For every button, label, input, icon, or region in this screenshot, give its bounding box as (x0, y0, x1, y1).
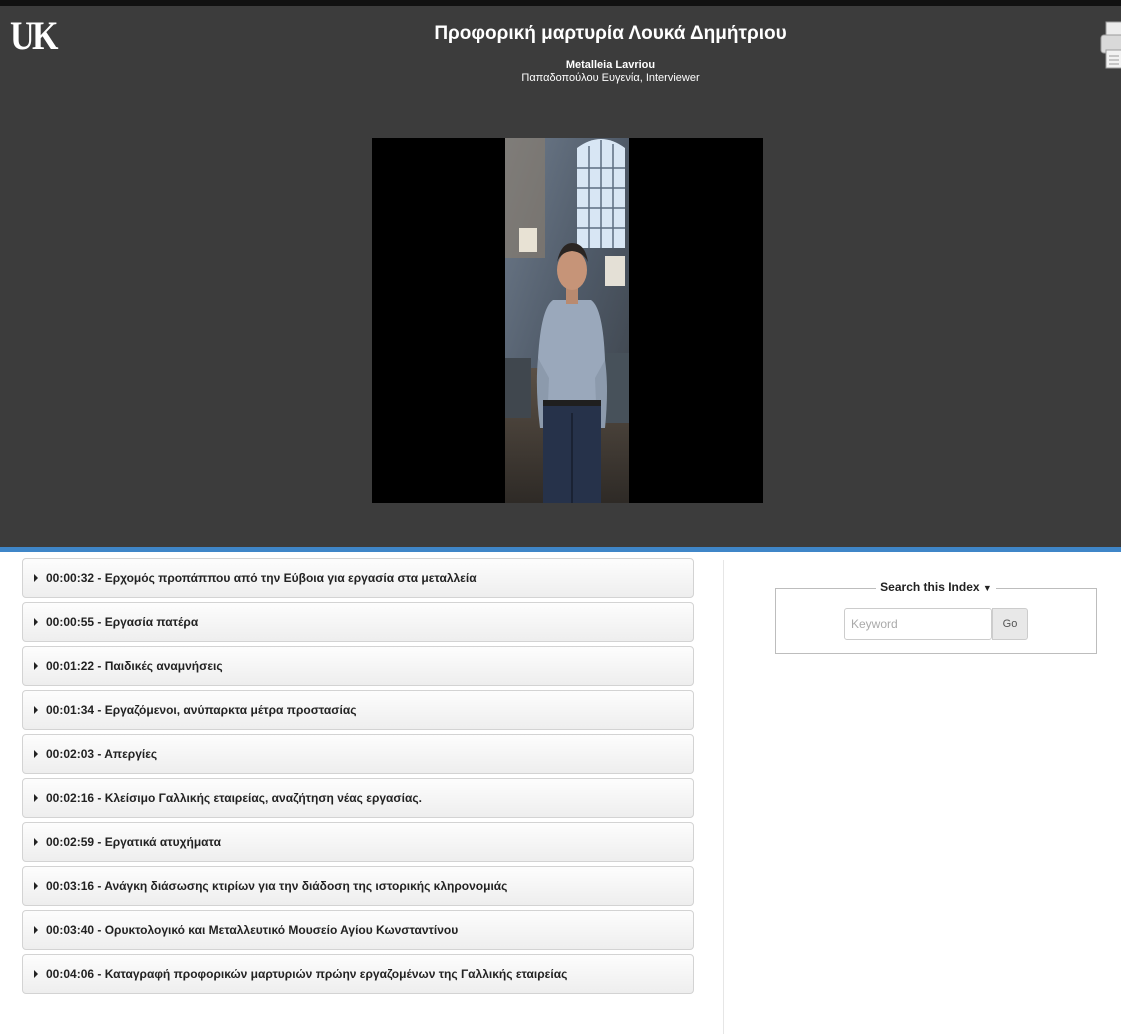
index-segment-item[interactable]: 00:03:16 - Ανάγκη διάσωσης κτιρίων για τ… (22, 866, 694, 906)
video-player[interactable] (372, 138, 763, 503)
index-segment-label: 00:02:03 - Απεργίες (46, 747, 158, 761)
index-segment-item[interactable]: 00:02:03 - Απεργίες (22, 734, 694, 774)
caret-right-icon (34, 750, 38, 758)
interviewee-photo (505, 138, 629, 503)
interviewer-name: Παπαδοπούλου Ευγενία, Interviewer (521, 72, 700, 84)
caret-right-icon (34, 574, 38, 582)
caret-right-icon (34, 794, 38, 802)
index-segment-label: 00:03:40 - Ορυκτολογικό και Μεταλλευτικό… (46, 923, 459, 937)
caret-down-icon: ▼ (982, 583, 992, 593)
video-frame (505, 138, 629, 503)
search-index-label: Search this Index (880, 580, 980, 594)
column-divider (723, 560, 724, 1034)
index-segment-item[interactable]: 00:02:16 - Κλείσιμο Γαλλικής εταιρείας, … (22, 778, 694, 818)
index-segment-label: 00:00:55 - Εργασία πατέρα (46, 615, 199, 629)
index-segment-label: 00:00:32 - Ερχομός προπάππου από την Εύβ… (46, 571, 477, 585)
index-segment-label: 00:02:59 - Εργατικά ατυχήματα (46, 835, 221, 849)
header-accent-rule (0, 547, 1121, 552)
index-segment-label: 00:04:06 - Καταγραφή προφορικών μαρτυριώ… (46, 967, 568, 981)
page-title: Προφορική μαρτυρία Λουκά Δημήτριου (434, 23, 787, 44)
caret-right-icon (34, 926, 38, 934)
caret-right-icon (34, 970, 38, 978)
printer-icon[interactable] (1100, 20, 1121, 70)
index-segment-item[interactable]: 00:01:22 - Παιδικές αναμνήσεις (22, 646, 694, 686)
index-segment-item[interactable]: 00:00:32 - Ερχομός προπάππου από την Εύβ… (22, 558, 694, 598)
index-segment-label: 00:03:16 - Ανάγκη διάσωσης κτιρίων για τ… (46, 879, 508, 893)
caret-right-icon (34, 882, 38, 890)
index-segment-label: 00:02:16 - Κλείσιμο Γαλλικής εταιρείας, … (46, 791, 422, 805)
collection-name: Metalleia Lavriou (565, 59, 656, 71)
caret-right-icon (34, 662, 38, 670)
search-index-toggle[interactable]: Search this Index ▼ (876, 580, 996, 594)
go-button[interactable]: Go (992, 608, 1028, 640)
index-segment-label: 00:01:34 - Εργαζόμενοι, ανύπαρκτα μέτρα … (46, 703, 357, 717)
index-segment-item[interactable]: 00:04:06 - Καταγραφή προφορικών μαρτυριώ… (22, 954, 694, 994)
caret-right-icon (34, 618, 38, 626)
index-segment-label: 00:01:22 - Παιδικές αναμνήσεις (46, 659, 223, 673)
index-segment-list: 00:00:32 - Ερχομός προπάππου από την Εύβ… (22, 558, 694, 998)
index-segment-item[interactable]: 00:00:55 - Εργασία πατέρα (22, 602, 694, 642)
header: UK Προφορική μαρτυρία Λουκά Δημήτριου Me… (0, 0, 1121, 547)
caret-right-icon (34, 838, 38, 846)
index-segment-item[interactable]: 00:02:59 - Εργατικά ατυχήματα (22, 822, 694, 862)
index-segment-item[interactable]: 00:01:34 - Εργαζόμενοι, ανύπαρκτα μέτρα … (22, 690, 694, 730)
index-segment-item[interactable]: 00:03:40 - Ορυκτολογικό και Μεταλλευτικό… (22, 910, 694, 950)
search-index-legend: Search this Index ▼ (776, 578, 1096, 597)
search-index-panel: Search this Index ▼ Go (775, 580, 1097, 654)
caret-right-icon (34, 706, 38, 714)
keyword-search-input[interactable] (844, 608, 992, 640)
